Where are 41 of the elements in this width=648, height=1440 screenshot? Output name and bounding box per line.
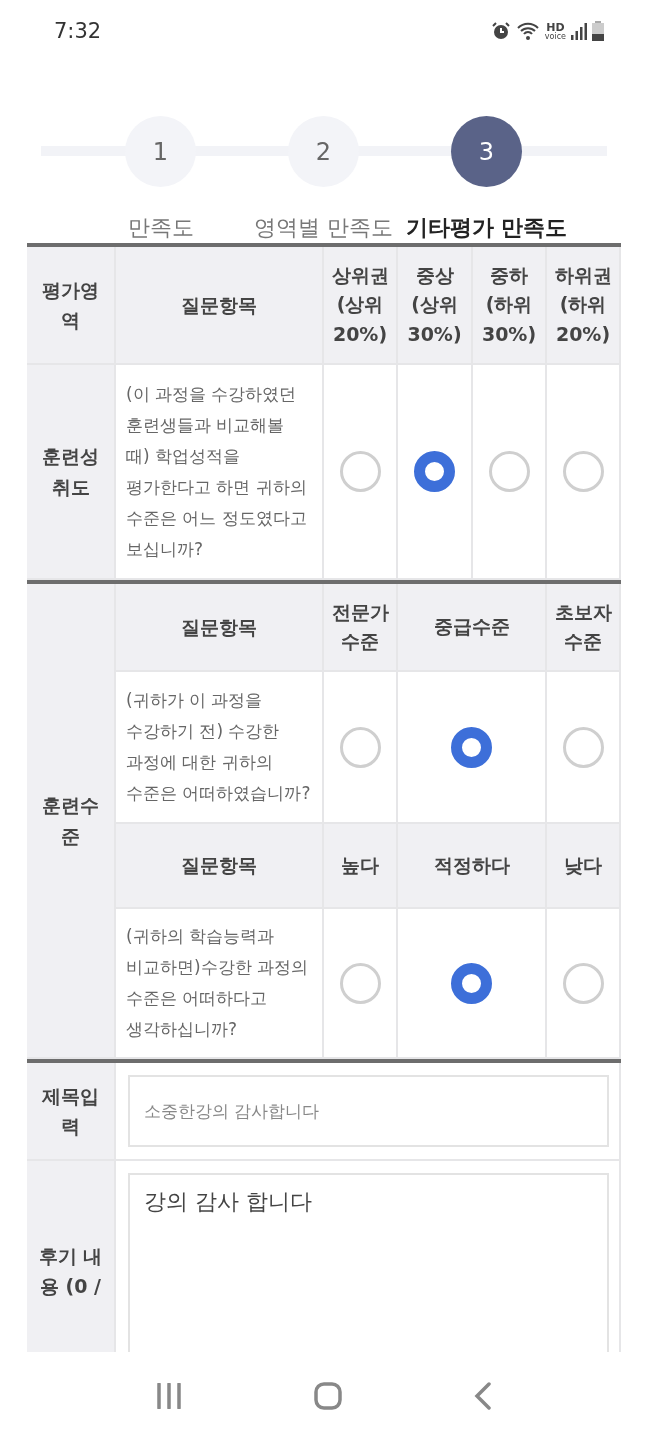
alarm-icon	[490, 21, 511, 41]
table-header-cell: 적정하다	[398, 824, 547, 909]
table-header-cell: 전문가 수준	[324, 584, 398, 672]
status-time: 7:32	[54, 19, 102, 43]
table-header-cell: 평가영역	[27, 247, 116, 365]
title-input-field[interactable]: 소중한강의 감사합니다	[128, 1075, 609, 1147]
table-header-cell: 낮다	[547, 824, 621, 909]
question-cell: (귀하가 이 과정을 수강하기 전) 수강한 과정에 대한 귀하의 수준은 어떠하였습니까?	[116, 672, 324, 824]
wifi-icon	[515, 21, 540, 41]
battery-icon	[592, 21, 604, 41]
step-label: 만족도	[127, 214, 194, 242]
area-label-cell: 훈련수준	[27, 584, 116, 1059]
table-header-cell: 상위권 (상위 20%)	[324, 247, 398, 365]
question-cell: (귀하의 학습능력과 비교하면)수강한 과정의 수준은 어떠하다고 생각하십니까?	[116, 909, 324, 1059]
table-header-cell: 질문항목	[116, 824, 324, 909]
step-circle[interactable]: 1	[125, 116, 196, 187]
home-icon[interactable]	[314, 1382, 342, 1410]
step-circle[interactable]: 2	[288, 116, 359, 187]
step-label: 기타평가 만족도	[405, 214, 568, 242]
radio-button[interactable]	[451, 962, 492, 1004]
step-circle[interactable]: 3	[451, 116, 522, 187]
radio-button[interactable]	[451, 726, 492, 768]
hd-voice-label: HD voice	[544, 21, 566, 41]
table-header-cell: 중상 (상위 30%)	[398, 247, 473, 365]
table-header-cell: 초보자 수준	[547, 584, 621, 672]
recent-apps-icon[interactable]	[156, 1383, 182, 1409]
table-header-cell: 높다	[324, 824, 398, 909]
step-label: 영역별 만족도	[254, 214, 393, 242]
area-label-cell: 훈련성취도	[27, 365, 116, 580]
back-icon[interactable]	[474, 1382, 492, 1410]
table-header-cell: 중급수준	[398, 584, 547, 672]
radio-button[interactable]	[414, 451, 455, 492]
field-label-cell: 후기 내용 (0 /	[27, 1161, 116, 1352]
review-text-area[interactable]: 강의 감사 합니다	[128, 1173, 609, 1352]
table-header-cell: 하위권 (하위 20%)	[547, 247, 621, 365]
table-header-cell: 질문항목	[116, 584, 324, 672]
table-header-cell: 중하 (하위 30%)	[473, 247, 547, 365]
signal-icon	[571, 22, 587, 40]
question-cell: (이 과정을 수강하였던 훈련생들과 비교해볼 때) 학업성적을 평가한다고 하면 귀하의 수준은 어느 정도였다고 보십니까?	[116, 365, 324, 580]
field-label-cell: 제목입력	[27, 1063, 116, 1161]
table-header-cell: 질문항목	[116, 247, 324, 365]
